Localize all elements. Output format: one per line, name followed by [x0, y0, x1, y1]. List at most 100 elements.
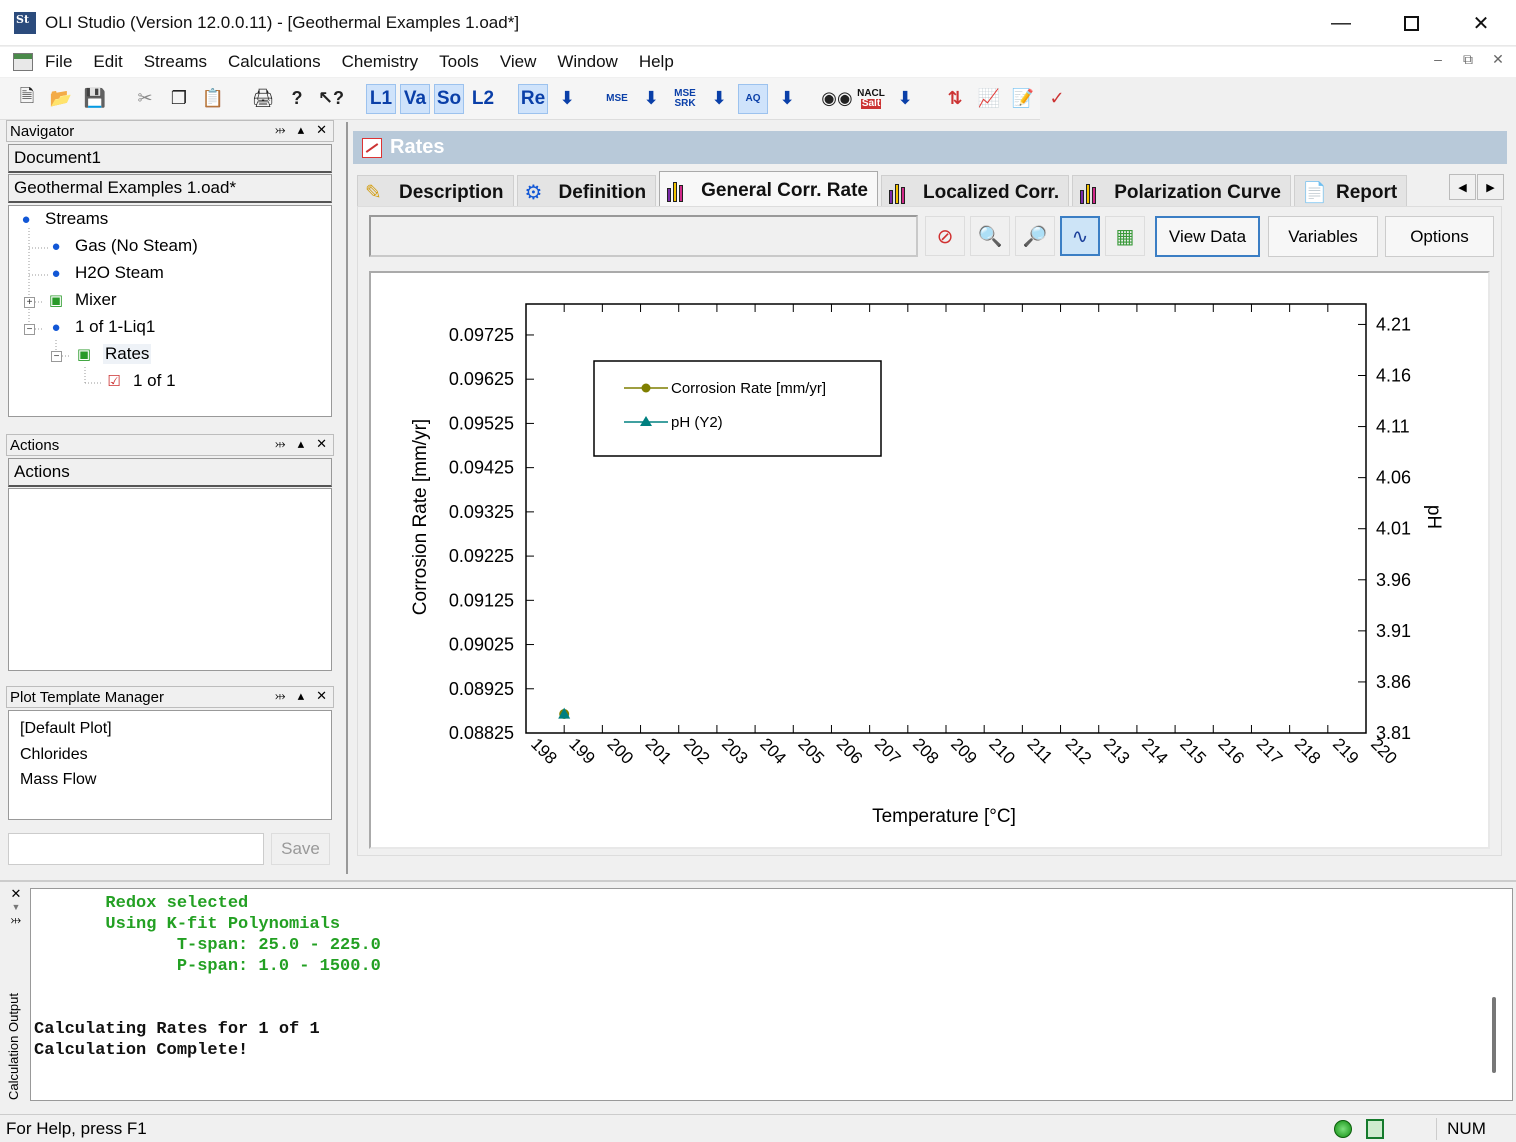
- pin-icon[interactable]: ⤔: [275, 688, 285, 704]
- tree-item-rates[interactable]: ▣ Rates: [75, 344, 152, 364]
- tree-item-streams[interactable]: ● Streams: [17, 209, 108, 229]
- tab-polarization-curve[interactable]: Polarization Curve: [1072, 175, 1292, 209]
- navigator-title: Navigator: [10, 122, 75, 140]
- output-line: Calculating Rates for 1 of 1: [34, 1020, 320, 1039]
- tab-description[interactable]: ✎ Description: [357, 175, 514, 209]
- mdi-close-button[interactable]: ✕: [1488, 51, 1508, 68]
- menu-streams[interactable]: Streams: [144, 52, 207, 72]
- l2-button[interactable]: L2: [468, 84, 498, 114]
- tree-item-mixer[interactable]: ▣ Mixer: [47, 290, 117, 310]
- pin-icon[interactable]: ⤔: [275, 122, 285, 138]
- nacl-dropdown-icon[interactable]: ⬇: [890, 84, 920, 114]
- template-name-input[interactable]: [8, 833, 264, 865]
- collapse-icon[interactable]: ▴: [298, 436, 305, 452]
- aq-dropdown-icon[interactable]: ⬇: [772, 84, 802, 114]
- plot-template-item[interactable]: Chlorides: [20, 742, 320, 768]
- mdi-minimize-button[interactable]: –: [1428, 51, 1448, 68]
- line-plot-icon[interactable]: ∿: [1060, 216, 1100, 256]
- mdi-restore-button[interactable]: ⧉: [1458, 51, 1478, 68]
- pin-icon[interactable]: ⤔: [275, 436, 285, 452]
- menu-file[interactable]: File: [45, 52, 72, 72]
- collapse-icon[interactable]: ▴: [298, 122, 305, 138]
- collapse-tree-icon[interactable]: −: [24, 324, 35, 335]
- maximize-button[interactable]: [1376, 0, 1446, 46]
- close-icon[interactable]: ✕: [316, 436, 327, 452]
- mse-button[interactable]: MSE: [602, 84, 632, 114]
- tab-report[interactable]: 📄 Report: [1294, 175, 1408, 209]
- close-icon[interactable]: ✕: [316, 688, 327, 704]
- print-icon[interactable]: 🖨: [248, 84, 278, 114]
- mse-dropdown-icon[interactable]: ⬇: [636, 84, 666, 114]
- validate-icon[interactable]: ✓: [1042, 84, 1072, 114]
- no-zoom-icon[interactable]: ⊘: [925, 216, 965, 256]
- color-palette-icon[interactable]: ▦: [1105, 216, 1145, 256]
- document-tab-2[interactable]: Geothermal Examples 1.oad*: [8, 174, 332, 203]
- save-template-button[interactable]: Save: [271, 833, 330, 865]
- view-data-button[interactable]: View Data: [1155, 216, 1260, 257]
- tree-item-liq1[interactable]: ● 1 of 1-Liq1: [47, 317, 155, 337]
- legend-box: [593, 360, 882, 457]
- tab-scroll-right-icon[interactable]: ▶: [1477, 174, 1504, 200]
- tree-item-gas[interactable]: ● Gas (No Steam): [47, 236, 197, 256]
- output-scrollbar[interactable]: [1492, 997, 1496, 1073]
- so-button[interactable]: So: [434, 83, 464, 114]
- chart-tool-icon[interactable]: 📈: [974, 84, 1004, 114]
- tab-general-corr-rate[interactable]: General Corr. Rate: [659, 171, 878, 209]
- x-tick-label: 211: [1024, 734, 1057, 767]
- mse-srk-dropdown-icon[interactable]: ⬇: [704, 84, 734, 114]
- plot-template-item[interactable]: [Default Plot]: [20, 716, 320, 742]
- tree-item-label: H2O Steam: [75, 263, 164, 282]
- mse-srk-button[interactable]: MSE SRK: [670, 84, 700, 114]
- menu-arrow-icon[interactable]: ▼: [12, 902, 21, 912]
- menu-window[interactable]: Window: [557, 52, 617, 72]
- zoom-out-icon[interactable]: 🔍: [970, 216, 1010, 256]
- menu-help[interactable]: Help: [639, 52, 674, 72]
- copy-icon[interactable]: ❐: [164, 84, 194, 114]
- properties-icon[interactable]: 📝: [1008, 84, 1038, 114]
- close-button[interactable]: ✕: [1446, 0, 1516, 46]
- document-tab-1[interactable]: Document1: [8, 144, 332, 173]
- context-help-icon[interactable]: ↖?: [316, 84, 346, 114]
- close-icon[interactable]: ✕: [316, 122, 327, 138]
- menu-tools[interactable]: Tools: [439, 52, 479, 72]
- open-icon[interactable]: 📂: [46, 84, 76, 114]
- close-icon[interactable]: ✕: [11, 886, 22, 902]
- document-menu-icon[interactable]: [13, 53, 33, 71]
- help-icon[interactable]: ?: [282, 84, 312, 114]
- paste-icon[interactable]: 📋: [198, 84, 228, 114]
- re-button[interactable]: Re: [518, 83, 548, 114]
- tree-item-label: Rates: [103, 344, 152, 364]
- aq-button[interactable]: AQ: [738, 83, 768, 114]
- va-button[interactable]: Va: [400, 83, 430, 114]
- tab-scroll-left-icon[interactable]: ◀: [1449, 174, 1476, 200]
- binoculars-icon[interactable]: ◉◉: [821, 84, 852, 114]
- y-axis-ticks: 0.09725 0.09625 0.09525 0.09425 0.09325 0.092…: [449, 325, 534, 743]
- tree-item-1-of-1[interactable]: ☑ 1 of 1: [105, 371, 175, 391]
- save-icon[interactable]: 💾: [80, 84, 110, 114]
- tab-definition[interactable]: ⚙ Definition: [516, 175, 657, 209]
- plot-template-item[interactable]: Mass Flow: [20, 767, 320, 793]
- unit-conversion-icon[interactable]: ⇅: [940, 84, 970, 114]
- menu-chemistry[interactable]: Chemistry: [342, 52, 419, 72]
- document-tabs: ✎ Description ⚙ Definition General Corr.…: [357, 171, 1410, 209]
- re-dropdown-icon[interactable]: ⬇: [552, 84, 582, 114]
- variables-button[interactable]: Variables: [1268, 216, 1378, 257]
- expand-icon[interactable]: +: [24, 297, 35, 308]
- menu-calculations[interactable]: Calculations: [228, 52, 321, 72]
- cut-icon[interactable]: ✂: [130, 84, 160, 114]
- actions-tab[interactable]: Actions: [8, 458, 332, 487]
- tab-localized-corr[interactable]: Localized Corr.: [880, 175, 1070, 209]
- minimize-button[interactable]: —: [1306, 0, 1376, 46]
- menu-edit[interactable]: Edit: [93, 52, 122, 72]
- zoom-in-icon[interactable]: 🔎: [1015, 216, 1055, 256]
- menu-view[interactable]: View: [500, 52, 537, 72]
- options-button[interactable]: Options: [1385, 216, 1494, 257]
- new-icon[interactable]: 🗎: [12, 84, 42, 114]
- nacl-salt-button[interactable]: NACL Salt: [856, 84, 886, 114]
- collapse-icon[interactable]: ▴: [298, 688, 305, 704]
- pin-icon[interactable]: ⤔: [11, 912, 21, 928]
- tree-item-h2o-steam[interactable]: ● H2O Steam: [47, 263, 164, 283]
- l1-button[interactable]: L1: [366, 83, 396, 114]
- collapse-tree-icon[interactable]: −: [51, 351, 62, 362]
- plot-area[interactable]: 198 199 200 201 202 203 204 205 206 207 208 209 210 2…: [369, 271, 1490, 849]
